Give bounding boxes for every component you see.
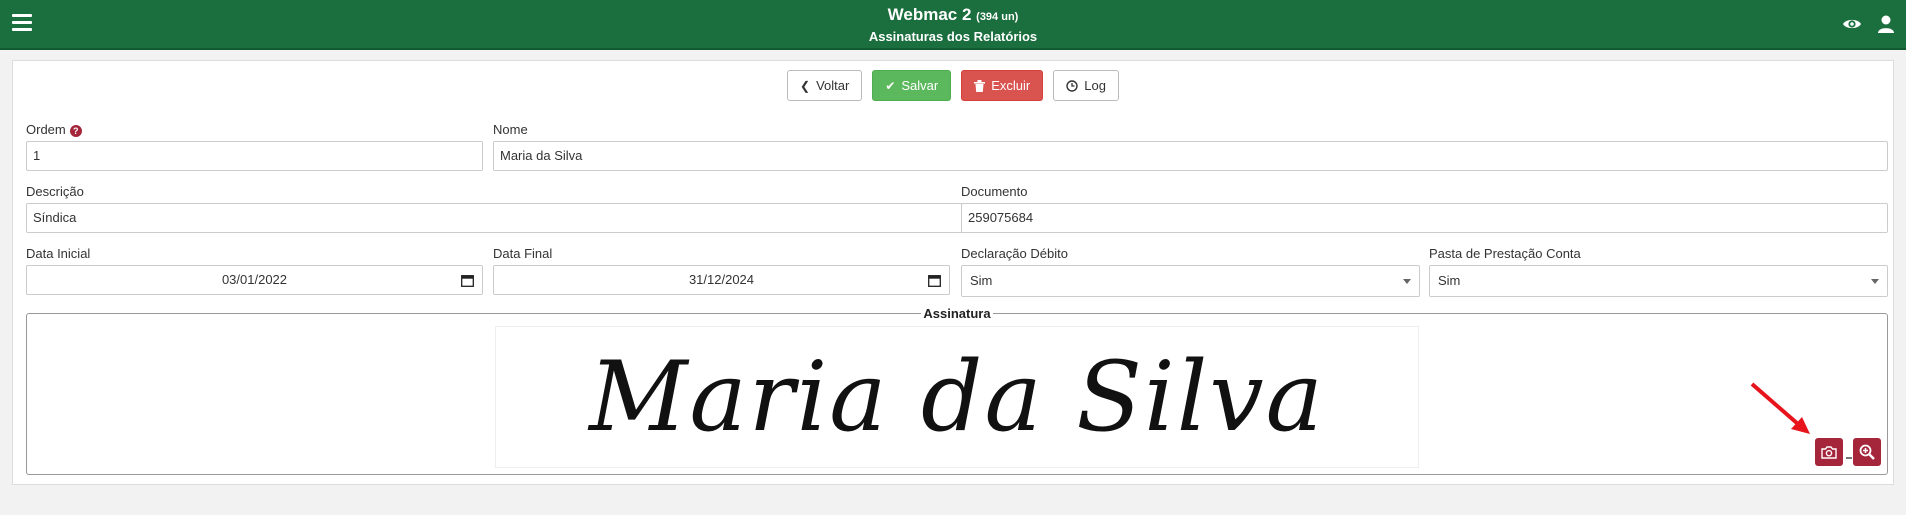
log-button-label: Log xyxy=(1084,78,1106,93)
documento-label: Documento xyxy=(961,184,1028,199)
calendar-icon[interactable] xyxy=(928,274,941,287)
header-title-block: Webmac 2 (394 un) Assinaturas dos Relató… xyxy=(0,5,1906,46)
delete-button-label: Excluir xyxy=(991,78,1031,93)
data-final-label: Data Final xyxy=(493,246,553,261)
check-icon: ✔ xyxy=(885,78,896,93)
declaracao-debito-label: Declaração Débito xyxy=(961,246,1068,261)
form-panel: ❮ Voltar ✔ Salvar Excluir Log Ordem? 1 Nom… xyxy=(12,60,1894,485)
data-final-input[interactable]: 31/12/2024 xyxy=(493,265,950,295)
pasta-prestacao-select[interactable]: Sim xyxy=(1429,265,1888,297)
help-icon[interactable]: ? xyxy=(69,124,82,137)
save-button[interactable]: ✔ Salvar xyxy=(872,70,952,101)
data-inicial-input[interactable]: 03/01/2022 xyxy=(26,265,483,295)
eye-icon[interactable] xyxy=(1842,14,1862,34)
declaracao-debito-value: Sim xyxy=(970,273,993,288)
red-arrow-annotation xyxy=(1750,382,1810,434)
data-inicial-label: Data Inicial xyxy=(26,246,91,261)
calendar-icon[interactable] xyxy=(461,274,474,287)
zoom-button[interactable] xyxy=(1853,438,1881,466)
ordem-field-group: Ordem? 1 xyxy=(26,121,483,171)
signature-handwriting: Maria da Silva xyxy=(589,341,1325,453)
signature-fieldset: Assinatura Maria da Silva xyxy=(26,306,1888,475)
camera-button[interactable] xyxy=(1815,438,1843,466)
button-separator xyxy=(1846,457,1852,459)
save-button-label: Salvar xyxy=(901,78,939,93)
signature-image: Maria da Silva xyxy=(495,326,1419,468)
nome-input[interactable]: Maria da Silva xyxy=(493,141,1888,171)
descricao-field-group: Descrição Síndica xyxy=(26,183,964,233)
nome-field-group: Nome Maria da Silva xyxy=(493,121,1888,171)
clock-icon xyxy=(1066,79,1078,92)
ordem-input[interactable]: 1 xyxy=(26,141,483,171)
descricao-label: Descrição xyxy=(26,184,84,199)
page-subtitle: Assinaturas dos Relatórios xyxy=(868,29,1038,44)
data-inicial-value: 03/01/2022 xyxy=(221,272,288,287)
nome-label: Nome xyxy=(493,122,528,137)
pasta-prestacao-field-group: Pasta de Prestação Conta Sim xyxy=(1429,245,1888,297)
top-navbar: Webmac 2 (394 un) Assinaturas dos Relató… xyxy=(0,0,1906,50)
back-button[interactable]: ❮ Voltar xyxy=(787,70,863,101)
header-actions xyxy=(1842,14,1896,34)
data-final-value: 31/12/2024 xyxy=(688,272,755,287)
chevron-down-icon xyxy=(1871,279,1879,284)
app-title: Webmac 2 (394 un) xyxy=(887,5,1019,24)
data-inicial-field-group: Data Inicial 03/01/2022 xyxy=(26,245,483,295)
action-toolbar: ❮ Voltar ✔ Salvar Excluir Log xyxy=(13,70,1893,101)
trash-icon xyxy=(974,79,986,92)
documento-input[interactable]: 259075684 xyxy=(961,203,1888,233)
documento-field-group: Documento 259075684 xyxy=(961,183,1888,233)
declaracao-debito-select[interactable]: Sim xyxy=(961,265,1420,297)
pasta-prestacao-label: Pasta de Prestação Conta xyxy=(1429,246,1581,261)
delete-button[interactable]: Excluir xyxy=(961,70,1044,101)
signature-legend: Assinatura xyxy=(921,306,993,321)
zoom-in-icon xyxy=(1859,444,1875,460)
back-button-label: Voltar xyxy=(816,78,850,93)
app-count: (394 un) xyxy=(976,11,1019,23)
pasta-prestacao-value: Sim xyxy=(1438,273,1461,288)
descricao-input[interactable]: Síndica xyxy=(26,203,964,233)
data-final-field-group: Data Final 31/12/2024 xyxy=(493,245,950,295)
camera-icon xyxy=(1821,446,1837,459)
chevron-down-icon xyxy=(1403,279,1411,284)
log-button[interactable]: Log xyxy=(1053,70,1119,101)
user-icon[interactable] xyxy=(1876,14,1896,34)
ordem-label: Ordem? xyxy=(26,121,483,141)
chevron-left-icon: ❮ xyxy=(800,78,811,93)
declaracao-debito-field-group: Declaração Débito Sim xyxy=(961,245,1420,297)
